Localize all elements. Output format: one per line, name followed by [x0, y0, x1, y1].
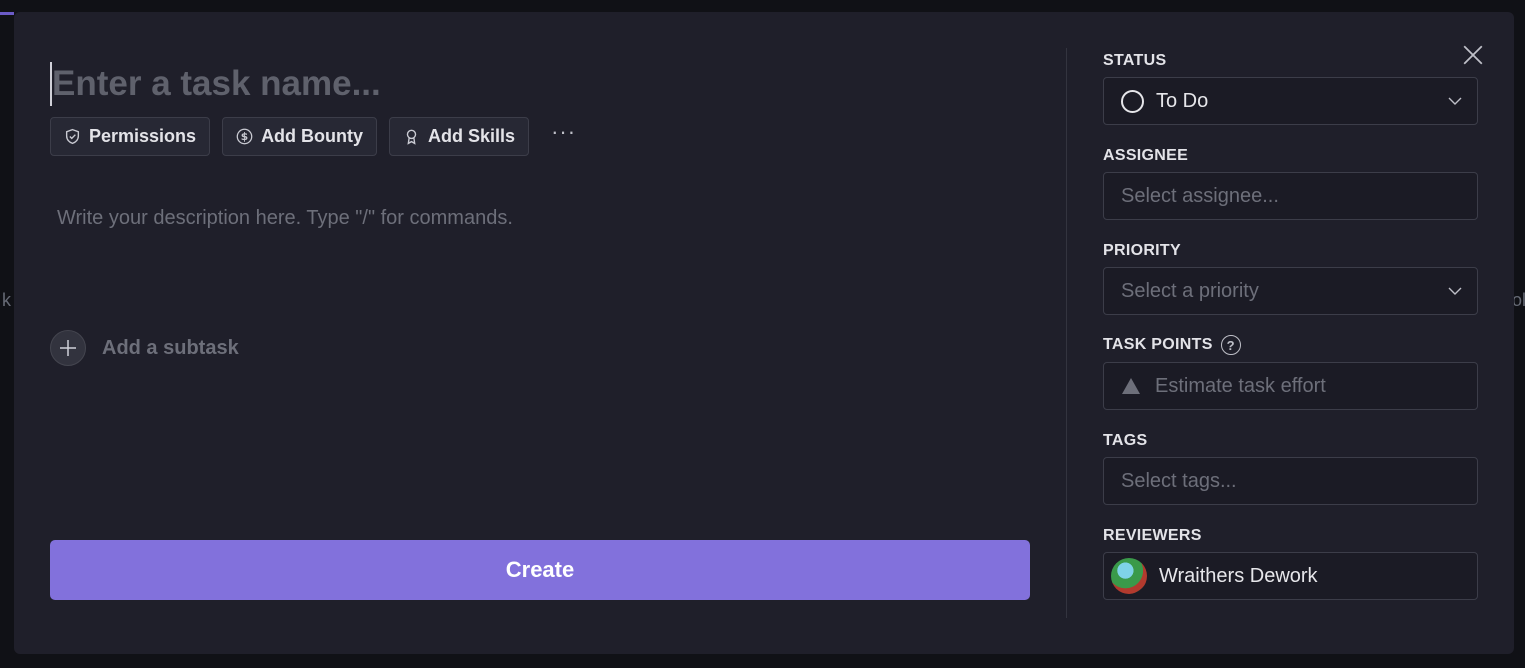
priority-placeholder: Select a priority	[1121, 279, 1259, 302]
task-points-label-row: TASK POINTS ?	[1103, 335, 1241, 355]
assignee-select[interactable]: Select assignee...	[1103, 172, 1478, 220]
add-bounty-label: Add Bounty	[261, 126, 364, 146]
assignee-placeholder: Select assignee...	[1121, 184, 1279, 207]
todo-circle-icon	[1121, 89, 1144, 113]
create-task-modal: Permissions $ Add Bounty Add Skills ··· …	[14, 12, 1514, 654]
pane-divider	[1066, 48, 1067, 618]
dollar-icon: $	[236, 128, 253, 145]
tags-label: TAGS	[1103, 432, 1148, 449]
status-select[interactable]: To Do	[1103, 77, 1478, 125]
task-editor: Permissions $ Add Bounty Add Skills ··· …	[50, 12, 1030, 654]
reviewers-select[interactable]: Wraithers Dework	[1103, 552, 1478, 600]
priority-select[interactable]: Select a priority	[1103, 267, 1478, 315]
backdrop-accent	[0, 12, 14, 15]
reviewers-label: REVIEWERS	[1103, 527, 1202, 544]
chevron-down-icon	[1448, 97, 1462, 105]
help-icon[interactable]: ?	[1220, 335, 1241, 355]
add-subtask-button[interactable]: Add a subtask	[50, 330, 239, 366]
shield-icon	[65, 128, 80, 145]
status-label: STATUS	[1103, 52, 1167, 69]
task-name-input[interactable]	[50, 62, 1010, 106]
avatar	[1111, 558, 1147, 594]
effort-triangle-icon	[1122, 378, 1140, 394]
task-points-input[interactable]: Estimate task effort	[1103, 362, 1478, 410]
description-editor[interactable]: Write your description here. Type "/" fo…	[57, 207, 513, 230]
reviewer-name: Wraithers Dework	[1159, 564, 1318, 587]
permissions-button[interactable]: Permissions	[50, 117, 211, 156]
close-icon[interactable]	[1462, 44, 1484, 66]
more-options-button[interactable]: ···	[541, 119, 586, 145]
svg-text:$: $	[241, 130, 248, 143]
tags-placeholder: Select tags...	[1121, 469, 1237, 492]
assignee-label: ASSIGNEE	[1103, 147, 1189, 164]
add-subtask-label: Add a subtask	[102, 336, 239, 359]
ribbon-icon	[406, 129, 417, 145]
tags-select[interactable]: Select tags...	[1103, 457, 1478, 505]
task-action-chips: Permissions $ Add Bounty Add Skills ···	[50, 117, 586, 156]
permissions-label: Permissions	[89, 126, 197, 146]
task-points-placeholder: Estimate task effort	[1155, 374, 1326, 397]
priority-label: PRIORITY	[1103, 242, 1181, 259]
add-skills-label: Add Skills	[428, 126, 516, 146]
create-button[interactable]: Create	[50, 540, 1030, 600]
chevron-down-icon	[1448, 287, 1462, 295]
add-skills-button[interactable]: Add Skills	[389, 117, 530, 156]
task-points-label: TASK POINTS	[1103, 336, 1213, 353]
plus-icon	[50, 330, 86, 366]
status-value: To Do	[1156, 89, 1209, 112]
add-bounty-button[interactable]: $ Add Bounty	[222, 117, 378, 156]
